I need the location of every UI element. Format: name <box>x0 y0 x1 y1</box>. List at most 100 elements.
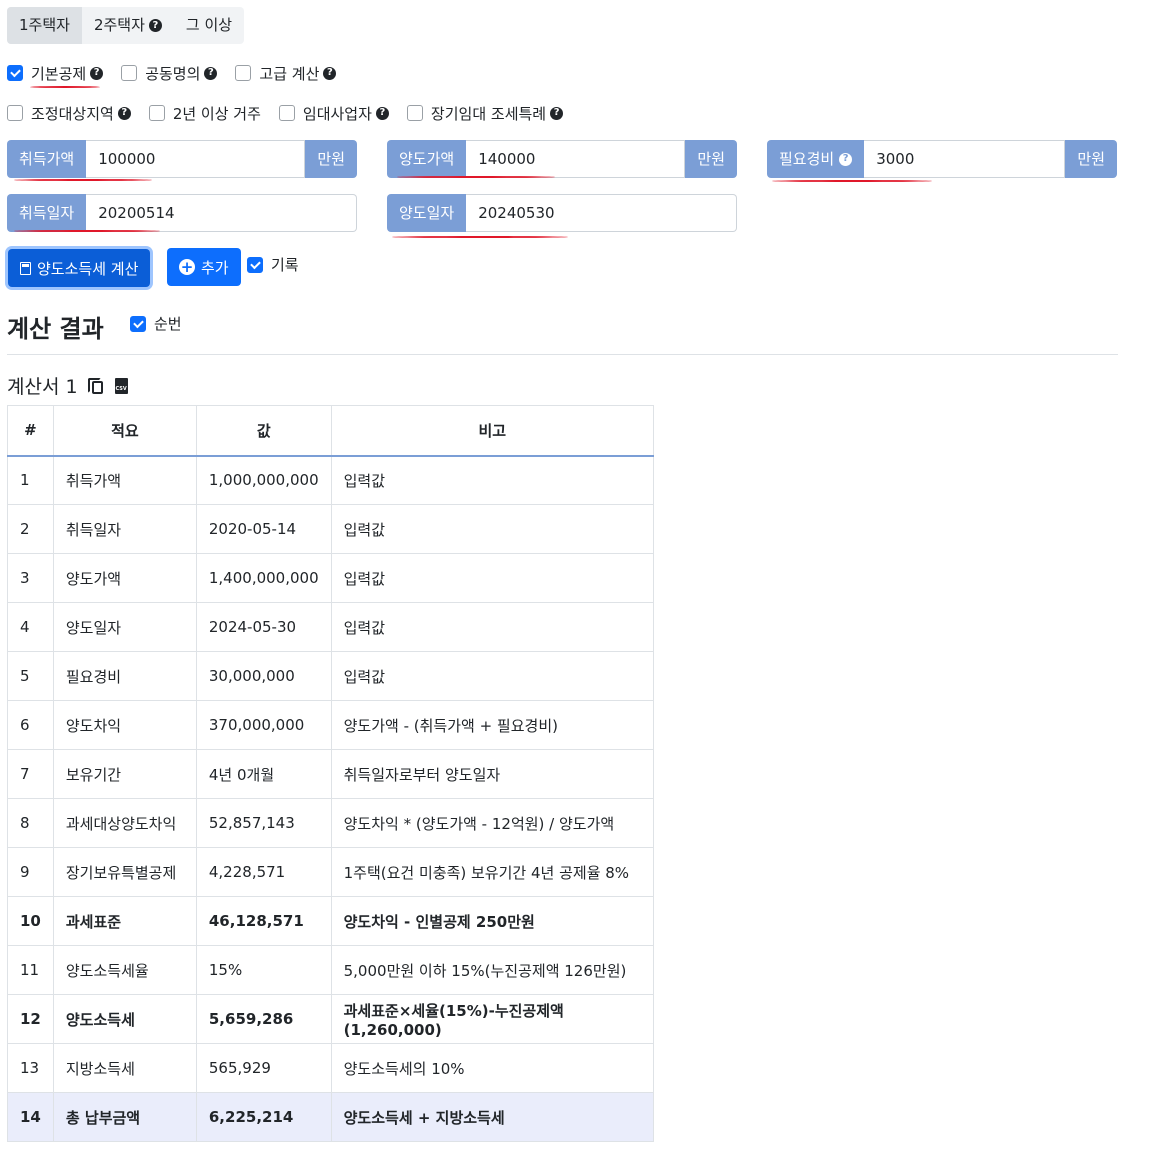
table-header-row: # 적요 값 비고 <box>7 405 655 457</box>
column-header: # <box>7 405 54 457</box>
sequence-label: 순번 <box>154 315 182 333</box>
cell-note: 양도소득세 + 지방소득세 <box>330 1092 655 1142</box>
csv-file-icon[interactable]: CSV <box>114 377 128 394</box>
acquisition-price-label: 취득가액 <box>7 140 87 178</box>
tab-more-houses[interactable]: 그 이상 <box>174 7 244 44</box>
sale-price-group: 양도가액 140000 만원 <box>387 140 737 178</box>
checkbox-box[interactable] <box>148 105 165 121</box>
tab-two-houses[interactable]: 2주택자? <box>82 7 174 44</box>
cell-note: 입력값 <box>330 651 655 701</box>
table-row: 2 취득일자 2020-05-14 입력값 <box>7 504 655 554</box>
cell-n: 12 <box>7 994 54 1044</box>
question-circle-icon[interactable]: ? <box>550 106 564 120</box>
checkbox-box[interactable] <box>278 105 295 121</box>
question-circle-icon[interactable]: ? <box>375 106 389 120</box>
add-button[interactable]: + 추가 <box>167 248 241 286</box>
cell-note: 1주택(요건 미충족) 보유기간 4년 공제율 8% <box>330 847 655 897</box>
table-row: 13 지방소득세 565,929 양도소득세의 10% <box>7 1043 655 1093</box>
red-annotation-underline <box>772 180 932 182</box>
cell-note: 양도차익 * (양도가액 - 12억원) / 양도가액 <box>330 798 655 848</box>
sale-date-label: 양도일자 <box>387 194 467 232</box>
expense-input[interactable]: 3000 <box>864 140 1066 178</box>
cell-n: 9 <box>7 847 54 897</box>
question-circle-icon[interactable]: ? <box>323 66 337 80</box>
table-row: 1 취득가액 1,000,000,000 입력값 <box>7 455 655 505</box>
cell-item: 양도차익 <box>52 700 197 750</box>
checkbox-label: 기본공제 <box>31 64 87 83</box>
calculate-tax-button[interactable]: 양도소득세 계산 <box>8 249 151 287</box>
table-row: 6 양도차익 370,000,000 양도가액 - (취득가액 + 필요경비) <box>7 700 655 750</box>
question-circle-icon[interactable]: ? <box>204 66 218 80</box>
cell-n: 1 <box>7 455 54 505</box>
question-circle-icon[interactable]: ? <box>148 19 162 32</box>
acquisition-price-input[interactable]: 100000 <box>86 140 306 178</box>
calculator-icon <box>20 261 31 275</box>
cell-item: 양도소득세 <box>52 994 197 1044</box>
column-header: 비고 <box>330 405 655 457</box>
sale-price-label: 양도가액 <box>387 140 467 178</box>
cell-item: 총 납부금액 <box>52 1092 197 1142</box>
cell-value: 2024-05-30 <box>195 602 332 652</box>
house-count-tabs: 1주택자 2주택자? 그 이상 <box>7 7 245 44</box>
long-term-rental-checkbox[interactable]: 장기임대 조세특례? <box>406 103 564 124</box>
table-row: 11 양도소득세율 15% 5,000만원 이하 15%(누진공제액 126만원) <box>7 945 655 995</box>
red-annotation-underline <box>397 176 555 178</box>
tab-label: 2주택자 <box>93 16 145 34</box>
cell-n: 5 <box>7 651 54 701</box>
table-row: 10 과세표준 46,128,571 양도차익 - 인별공제 250만원 <box>7 896 655 946</box>
checkbox-box[interactable] <box>235 65 252 81</box>
cell-item: 과세대상양도차익 <box>52 798 197 848</box>
cell-note: 입력값 <box>330 455 655 505</box>
checkbox-box[interactable] <box>247 256 263 273</box>
table-row: 7 보유기간 4년 0개월 취득일자로부터 양도일자 <box>7 749 655 799</box>
sequence-checkbox[interactable]: 순번 <box>130 313 182 334</box>
advanced-calc-checkbox[interactable]: 고급 계산? <box>235 63 337 84</box>
cell-n: 11 <box>7 945 54 995</box>
table-row: 3 양도가액 1,400,000,000 입력값 <box>7 553 655 603</box>
record-checkbox[interactable]: 기록 <box>247 254 299 275</box>
copy-icon[interactable] <box>87 378 103 394</box>
cell-note: 양도소득세의 10% <box>330 1043 655 1093</box>
cell-n: 4 <box>7 602 54 652</box>
table-row: 8 과세대상양도차익 52,857,143 양도차익 * (양도가액 - 12억원) … <box>7 798 655 848</box>
basic-deduction-checkbox[interactable]: 기본공제? <box>7 63 104 84</box>
cell-value: 1,000,000,000 <box>195 455 332 505</box>
sale-date-input[interactable]: 20240530 <box>466 194 737 232</box>
sale-date-group: 양도일자 20240530 <box>387 194 737 232</box>
cell-n: 2 <box>7 504 54 554</box>
expense-group: 필요경비? 3000 만원 <box>767 140 1117 178</box>
question-circle-icon[interactable]: ? <box>90 66 104 80</box>
acquisition-date-input[interactable]: 20200514 <box>86 194 357 232</box>
cell-item: 취득일자 <box>52 504 197 554</box>
cell-value: 4,228,571 <box>195 847 332 897</box>
question-circle-icon[interactable]: ? <box>117 106 131 120</box>
checkbox-box[interactable] <box>7 65 23 81</box>
table-row: 4 양도일자 2024-05-30 입력값 <box>7 602 655 652</box>
checkbox-box[interactable] <box>130 315 146 332</box>
question-circle-icon[interactable]: ? <box>839 152 853 166</box>
acquisition-date-group: 취득일자 20200514 <box>7 194 357 232</box>
calculate-tax-label: 양도소득세 계산 <box>37 259 139 278</box>
two-year-residence-checkbox[interactable]: 2년 이상 거주 <box>148 103 261 124</box>
cell-n: 13 <box>7 1043 54 1093</box>
checkbox-box[interactable] <box>121 65 138 81</box>
rental-business-checkbox[interactable]: 임대사업자? <box>278 103 389 124</box>
adjusted-area-checkbox[interactable]: 조정대상지역? <box>7 103 131 124</box>
tab-label: 1주택자 <box>19 16 70 34</box>
checkbox-box[interactable] <box>7 105 23 121</box>
csv-icon-text: CSV <box>115 385 127 392</box>
checkbox-box[interactable] <box>406 105 423 121</box>
cell-item: 지방소득세 <box>52 1043 197 1093</box>
cell-item: 양도가액 <box>52 553 197 603</box>
red-annotation-underline <box>392 236 568 238</box>
cell-note: 취득일자로부터 양도일자 <box>330 749 655 799</box>
cell-n: 7 <box>7 749 54 799</box>
cell-note: 양도차익 - 인별공제 250만원 <box>330 896 655 946</box>
tab-one-house[interactable]: 1주택자 <box>7 7 82 44</box>
acquisition-price-group: 취득가액 100000 만원 <box>7 140 357 178</box>
sale-price-input[interactable]: 140000 <box>466 140 686 178</box>
divider <box>7 354 1118 355</box>
joint-ownership-checkbox[interactable]: 공동명의? <box>121 63 218 84</box>
checkbox-label: 공동명의 <box>145 64 201 83</box>
cell-n: 8 <box>7 798 54 848</box>
